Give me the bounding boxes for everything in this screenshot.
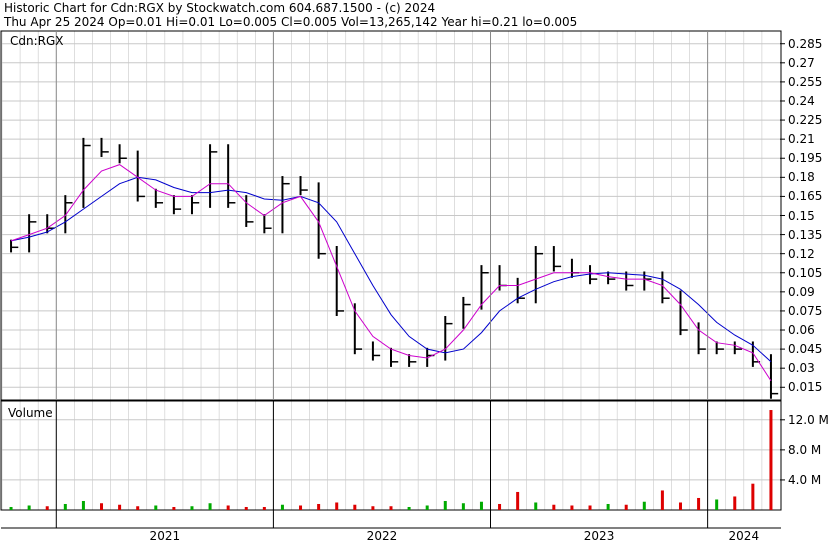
volume-bar	[534, 502, 538, 510]
volume-bar	[27, 505, 31, 510]
volume-bar	[642, 501, 646, 510]
volume-bar	[678, 502, 682, 510]
volume-bar	[81, 500, 85, 510]
volume-bar	[299, 505, 303, 510]
price-tick-label: 0.18	[788, 170, 815, 185]
volume-bar	[172, 506, 176, 510]
volume-bar	[588, 505, 592, 510]
volume-tick-label: 8.0 M	[788, 442, 822, 457]
volume-bar	[552, 504, 556, 510]
chart-canvas	[0, 30, 785, 529]
volume-bar	[9, 506, 13, 510]
volume-bar	[280, 504, 284, 510]
volume-bar	[335, 502, 339, 510]
volume-bars	[9, 410, 773, 510]
price-tick-label: 0.135	[788, 227, 823, 242]
year-label: 2023	[583, 529, 615, 543]
volume-bar	[208, 503, 212, 510]
volume-bar	[389, 506, 393, 510]
price-tick-label: 0.15	[788, 208, 815, 223]
price-grid	[1, 31, 785, 400]
price-tick-label: 0.24	[788, 93, 815, 108]
price-tick-label: 0.165	[788, 189, 823, 204]
volume-bar	[353, 504, 357, 510]
volume-bar	[624, 504, 628, 510]
price-tick-label: 0.12	[788, 246, 815, 261]
volume-bar	[63, 503, 67, 510]
volume-bar	[226, 505, 230, 510]
price-tick-label: 0.285	[788, 36, 823, 51]
volume-bar	[461, 503, 465, 510]
price-tick-label: 0.03	[788, 361, 815, 376]
volume-bar	[697, 497, 701, 510]
volume-bar	[244, 506, 248, 510]
price-tick-label: 0.225	[788, 113, 823, 128]
volume-bar	[715, 499, 719, 510]
price-tick-label: 0.06	[788, 323, 815, 338]
volume-bar	[100, 503, 104, 510]
volume-bar	[190, 506, 194, 510]
volume-bar	[498, 503, 502, 510]
price-tick-label: 0.255	[788, 74, 823, 89]
price-tick-label: 0.195	[788, 151, 823, 166]
price-tick-label: 0.045	[788, 342, 823, 357]
long-moving-average-line	[10, 176, 772, 363]
volume-bar	[660, 490, 664, 510]
year-label: 2024	[728, 529, 760, 543]
volume-panel-label: Volume	[8, 406, 53, 420]
price-tick-label: 0.075	[788, 303, 823, 318]
year-label: 2022	[366, 529, 398, 543]
volume-tick-label: 12.0 M	[788, 412, 829, 427]
volume-bar	[751, 483, 755, 510]
volume-tick-label: 4.0 M	[788, 472, 822, 487]
volume-bar	[570, 505, 574, 510]
volume-bar	[733, 496, 737, 510]
volume-bar	[479, 501, 483, 510]
volume-bar	[425, 505, 429, 510]
volume-bar	[45, 506, 49, 510]
volume-bar	[769, 410, 773, 510]
volume-bar	[317, 503, 321, 510]
price-tick-label: 0.015	[788, 380, 823, 395]
price-tick-label: 0.105	[788, 265, 823, 280]
price-panel-label: Cdn:RGX	[10, 34, 64, 48]
volume-bar	[606, 503, 610, 510]
price-tick-label: 0.27	[788, 55, 815, 70]
volume-bar	[516, 491, 520, 510]
volume-bar	[154, 505, 158, 510]
price-tick-label: 0.21	[788, 132, 815, 147]
volume-bar	[136, 506, 140, 510]
volume-panel-frame	[0, 400, 782, 511]
price-tick-label: 0.09	[788, 284, 815, 299]
volume-bar	[371, 506, 375, 510]
year-label: 2021	[149, 529, 181, 543]
volume-bar	[407, 506, 411, 510]
volume-bar	[262, 506, 266, 510]
volume-bar	[443, 500, 447, 510]
volume-bar	[118, 504, 122, 510]
volume-grid	[1, 401, 785, 510]
